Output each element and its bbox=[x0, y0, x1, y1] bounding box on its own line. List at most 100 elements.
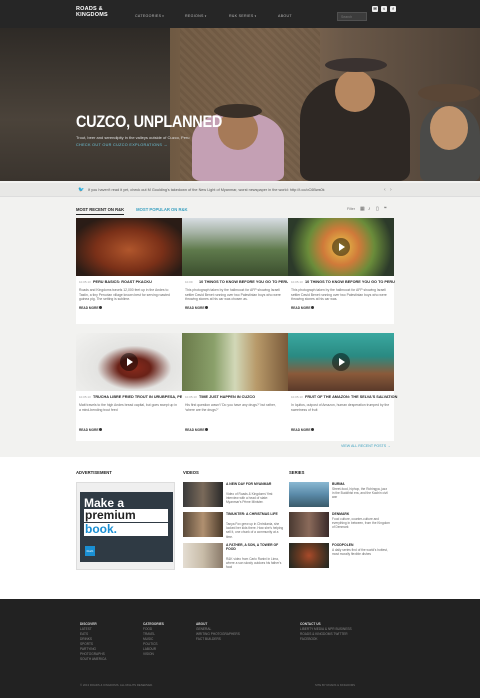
read-more-link[interactable]: Read more bbox=[79, 306, 103, 310]
ticker-prev-icon[interactable]: ‹ bbox=[384, 187, 386, 193]
series-desc: A daily series find of the world's hotte… bbox=[332, 548, 388, 557]
post-image[interactable] bbox=[288, 218, 394, 276]
series-item[interactable]: Burma Street-food, hiphop, the Rohingya,… bbox=[289, 482, 389, 508]
post-card[interactable]: 10.09 10 things to know before you go to… bbox=[182, 218, 289, 324]
tab-most-recent[interactable]: Most recent on R&K bbox=[76, 207, 125, 215]
play-icon[interactable] bbox=[332, 353, 350, 371]
series-title[interactable]: Denmark bbox=[332, 512, 390, 516]
footer-col-about: About General Writing Photographers Fact… bbox=[196, 622, 240, 642]
view-all-link[interactable]: View all recent posts → bbox=[341, 444, 391, 448]
read-more-link[interactable]: Read more bbox=[291, 428, 315, 432]
post-card[interactable]: 10.05.13 10 things to know before you go… bbox=[288, 218, 395, 324]
video-item[interactable]: Tiniukter: A Christmas life Tanya Fox gr… bbox=[183, 512, 284, 539]
post-card[interactable]: 10.05.13 Time just happen in Cuzco His f… bbox=[182, 333, 288, 441]
series-item[interactable]: Denmark Food culture, counter-culture an… bbox=[289, 512, 390, 538]
videos-title: Videos bbox=[183, 470, 199, 475]
advertisement-title: Advertisement bbox=[76, 470, 112, 475]
post-excerpt: This photograph taken by the hallmoozt f… bbox=[291, 288, 387, 302]
series-thumbnail[interactable] bbox=[289, 512, 329, 537]
quote-icon[interactable]: ❝ bbox=[384, 206, 387, 212]
email-icon[interactable]: ✉ bbox=[372, 6, 378, 12]
footer-col-categories: Categories Food Travel Music Politics La… bbox=[143, 622, 164, 657]
video-title[interactable]: A father, a son, a tower of food bbox=[226, 543, 284, 551]
post-image[interactable] bbox=[76, 333, 182, 391]
series-desc: Food culture, counter-culture and everyt… bbox=[332, 517, 390, 530]
post-title[interactable]: Fruit of the Amazon: The Selva's salvati… bbox=[305, 395, 397, 399]
post-card[interactable]: 10.05.13 Fruit of the Amazon: The Selva'… bbox=[288, 333, 397, 441]
site-logo[interactable]: Roads & Kingdoms bbox=[76, 6, 112, 18]
music-icon[interactable]: ♪ bbox=[368, 206, 371, 212]
series-title[interactable]: Burma bbox=[332, 482, 390, 486]
hero-cta-link[interactable]: Check out our Cuzco explorations → bbox=[76, 143, 168, 147]
post-card[interactable]: 10.05.13 Peru Basics: Roast Pkacku Roads… bbox=[76, 218, 182, 324]
facebook-icon[interactable]: f bbox=[390, 6, 396, 12]
post-title[interactable]: 10 things to know before you go to Peru bbox=[199, 280, 289, 284]
footer-col-contact: Contact us Liberty Media & NPR Business … bbox=[300, 622, 352, 642]
footer-link[interactable]: South America bbox=[80, 657, 106, 662]
video-title[interactable]: Tiniukter: A Christmas life bbox=[226, 512, 284, 516]
twitter-bird-icon: 🐦 bbox=[78, 187, 85, 193]
post-card[interactable]: 10.05.13 Trucha libre fried trout in Uru… bbox=[76, 333, 188, 441]
advertisement-banner[interactable]: Make a premium book. blurb bbox=[76, 482, 175, 570]
video-item[interactable]: A father, a son, a tower of food R&K vid… bbox=[183, 543, 283, 569]
read-more-link[interactable]: Read more bbox=[185, 306, 209, 310]
footer-col-discover: Discover Latest Eats Drinks Sports Party… bbox=[80, 622, 107, 662]
filter-label: Filter bbox=[347, 207, 355, 211]
blurb-logo: blurb bbox=[85, 546, 95, 556]
series-item[interactable]: Foodpolen A daily series find of the wor… bbox=[289, 543, 389, 569]
video-title[interactable]: A new day for Myanmar bbox=[226, 482, 284, 486]
chevron-down-icon: ▾ bbox=[254, 14, 257, 18]
footer-link[interactable]: Facebook bbox=[300, 637, 352, 642]
post-excerpt: In Iquitos, outpost of Amazon, human des… bbox=[291, 403, 390, 412]
ticker-next-icon[interactable]: › bbox=[390, 187, 392, 193]
nav-series[interactable]: R&K Series▾ bbox=[229, 14, 256, 18]
read-more-link[interactable]: Read more bbox=[79, 428, 103, 432]
video-desc: Tanya Fox grew up in Christiania, she lo… bbox=[226, 522, 284, 539]
photo-icon[interactable]: ▯ bbox=[376, 206, 379, 212]
video-desc: R&K video from Carlo Ranini in Lima, whe… bbox=[226, 557, 282, 570]
post-title[interactable]: 10 things to know before you go to Peru bbox=[305, 280, 395, 284]
series-title[interactable]: Foodpolen bbox=[332, 543, 390, 547]
twitter-ticker: 🐦 If you haven't read it yet, check out … bbox=[0, 183, 480, 197]
post-title[interactable]: Trucha libre fried trout in Urubpesa, Pe… bbox=[93, 395, 188, 399]
post-excerpt: This photograph taken by the hallmoozt f… bbox=[185, 288, 281, 302]
post-title[interactable]: Time just happen in Cuzco bbox=[199, 395, 255, 399]
post-excerpt: Matt travels to the high Andes bread cap… bbox=[79, 403, 178, 412]
twitter-icon[interactable]: t bbox=[381, 6, 387, 12]
grid-view-icon[interactable]: ▦ bbox=[360, 206, 365, 212]
post-image[interactable] bbox=[182, 333, 288, 391]
search-input[interactable] bbox=[337, 12, 367, 21]
post-excerpt: Roads and Kingdoms travels 12,000 feet u… bbox=[79, 288, 170, 302]
copyright-text: © 2013 Roads & Kingdoms. All rights rese… bbox=[80, 683, 153, 687]
read-more-link[interactable]: Read more bbox=[291, 306, 315, 310]
ticker-text[interactable]: If you haven't read it yet, check out M … bbox=[88, 188, 325, 192]
nav-regions[interactable]: Regions▾ bbox=[185, 14, 207, 18]
video-thumbnail[interactable] bbox=[183, 512, 223, 537]
series-thumbnail[interactable] bbox=[289, 543, 329, 568]
series-thumbnail[interactable] bbox=[289, 482, 329, 507]
play-icon[interactable] bbox=[332, 238, 350, 256]
hero-subtitle: Trout, beer and serendipity in the valle… bbox=[76, 135, 190, 140]
footer-link[interactable]: Fact Builders bbox=[196, 637, 240, 642]
hero-banner[interactable]: CUZCO, UNPLANNED Trout, beer and serendi… bbox=[0, 28, 480, 181]
post-image[interactable] bbox=[182, 218, 288, 276]
nav-categories[interactable]: Categories▾ bbox=[135, 14, 164, 18]
play-icon[interactable] bbox=[120, 353, 138, 371]
post-image[interactable] bbox=[76, 218, 182, 276]
video-thumbnail[interactable] bbox=[183, 482, 223, 507]
hero-title: CUZCO, UNPLANNED bbox=[76, 112, 223, 131]
site-credit[interactable]: Site by Roads & Kingdoms bbox=[315, 683, 355, 687]
video-item[interactable]: A new day for Myanmar Video of Roads & K… bbox=[183, 482, 283, 508]
read-more-link[interactable]: Read more bbox=[185, 428, 209, 432]
top-bar: Roads & Kingdoms Categories▾ Regions▾ R&… bbox=[0, 0, 480, 28]
tab-most-popular[interactable]: Most popular on R&K bbox=[136, 207, 187, 212]
video-thumbnail[interactable] bbox=[183, 543, 223, 568]
chevron-down-icon: ▾ bbox=[204, 14, 207, 18]
footer bbox=[0, 599, 480, 698]
post-excerpt: His first question wasn't 'Do you have a… bbox=[185, 403, 276, 412]
footer-link[interactable]: Vision bbox=[143, 652, 164, 657]
post-title[interactable]: Peru Basics: Roast Pkacku bbox=[93, 280, 152, 284]
video-desc: Video of Roads & Kingdoms' first intervi… bbox=[226, 492, 273, 505]
post-image[interactable] bbox=[288, 333, 394, 391]
nav-about[interactable]: About bbox=[278, 14, 292, 18]
